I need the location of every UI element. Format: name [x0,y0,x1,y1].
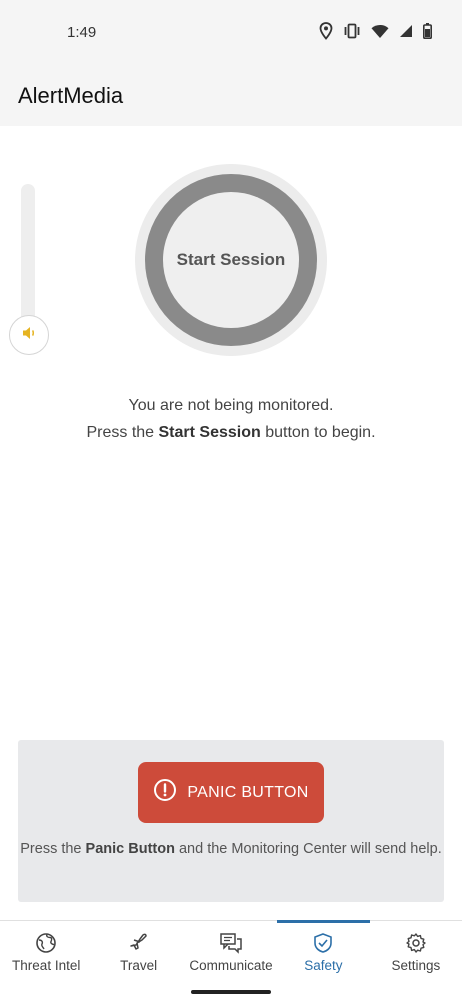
monitor-status-line2: Press the Start Session button to begin. [86,424,376,441]
panic-card: PANIC BUTTON Press the Panic Button and … [18,740,444,902]
vibrate-icon [343,23,361,39]
panic-button-emphasis: Panic Button [85,841,175,857]
globe-icon [35,932,57,954]
app-title: AlertMedia [18,83,124,108]
start-session-button[interactable]: Start Session [135,164,327,356]
nav-item-threat-intel[interactable]: Threat Intel [0,921,92,982]
battery-icon [423,23,432,39]
volume-slider-knob[interactable] [9,315,49,355]
nav-item-safety[interactable]: Safety [277,920,371,982]
session-inner: Start Session [163,192,299,328]
location-icon [319,22,333,40]
shield-check-icon [312,932,334,954]
nav-label-settings: Settings [391,958,441,973]
panic-button-label: PANIC BUTTON [187,783,309,801]
session-ring: Start Session [145,174,317,346]
app-bar: AlertMedia [0,64,462,126]
nav-label-threat-intel: Threat Intel [12,958,81,973]
plane-icon [128,932,150,954]
nav-item-travel[interactable]: Travel [92,921,184,982]
signal-icon [399,24,413,38]
monitor-status-text: You are not being monitored. Press the S… [0,392,462,446]
gear-icon [405,932,427,954]
gesture-bar[interactable] [191,990,271,994]
start-session-label: Start Session [176,250,286,269]
nav-label-communicate: Communicate [189,958,273,973]
start-session-emphasis: Start Session [158,424,261,441]
nav-label-safety: Safety [304,958,343,973]
panic-help-text: Press the Panic Button and the Monitorin… [20,841,442,857]
chat-icon [219,932,243,954]
nav-label-travel: Travel [120,958,158,973]
nav-item-settings[interactable]: Settings [370,921,462,982]
nav-item-communicate[interactable]: Communicate [185,921,277,982]
wifi-icon [371,24,389,39]
bottom-nav: Threat Intel Travel Communicate Safety S… [0,920,462,982]
alert-circle-icon [153,778,177,807]
panic-button[interactable]: PANIC BUTTON [138,762,324,823]
status-icons [319,22,432,40]
status-bar: 1:49 [0,0,462,64]
monitor-status-line1: You are not being monitored. [128,397,334,414]
speaker-icon [21,325,37,346]
status-time: 1:49 [67,24,97,41]
